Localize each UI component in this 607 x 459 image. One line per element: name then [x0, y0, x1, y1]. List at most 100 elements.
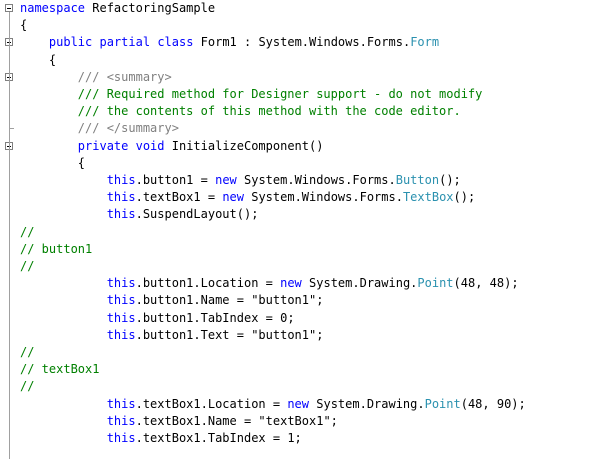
code-token: .SuspendLayout(); [135, 207, 259, 222]
code-line[interactable]: this.textBox1.Name = "textBox1"; [20, 413, 338, 430]
code-line[interactable]: // [20, 344, 34, 361]
code-line[interactable]: this.button1.TabIndex = 0; [20, 310, 295, 327]
code-line[interactable]: { [20, 17, 27, 34]
code-line[interactable]: this.textBox1.TabIndex = 1; [20, 430, 302, 447]
code-token: // [20, 379, 35, 394]
code-line[interactable]: // [20, 258, 34, 275]
code-token: .textBox1.Name = "textBox1"; [135, 413, 338, 428]
code-line[interactable]: // textBox1 [20, 361, 99, 378]
code-token: <summary> [106, 69, 172, 84]
code-token: /// [77, 121, 107, 136]
code-token: this [106, 396, 136, 411]
code-token: this [106, 413, 136, 428]
code-line[interactable]: // [20, 224, 34, 241]
code-token: Point [417, 276, 454, 291]
code-line[interactable]: this.textBox1 = new System.Windows.Forms… [20, 189, 476, 206]
code-token: this [106, 190, 136, 205]
code-token: // button1 [20, 241, 93, 256]
code-token: Form1 : System.Windows.Forms. [193, 35, 411, 50]
code-token: partial [99, 35, 151, 50]
code-token: .button1.Name = "button1"; [135, 293, 324, 308]
code-line[interactable]: this.SuspendLayout(); [20, 206, 259, 223]
code-line[interactable]: // button1 [20, 241, 92, 258]
code-line[interactable]: this.textBox1.Location = new System.Draw… [20, 396, 526, 413]
code-token: // [20, 259, 35, 273]
code-line[interactable]: /// the contents of this method with the… [20, 103, 461, 120]
code-token: (); [453, 190, 476, 205]
code-line[interactable]: this.button1.Text = "button1"; [20, 327, 324, 344]
code-line[interactable]: // [20, 378, 34, 395]
code-token: System.Drawing. [309, 396, 425, 411]
code-line[interactable]: namespace RefactoringSample [20, 0, 215, 17]
code-token: private [77, 138, 129, 153]
code-token: // textBox1 [20, 362, 100, 377]
code-token: System.Drawing. [301, 276, 418, 291]
code-token: Form [410, 35, 440, 50]
code-token: this [106, 293, 136, 308]
code-token: RefactoringSample [85, 1, 216, 15]
code-token: .button1.Text = "button1"; [135, 327, 324, 342]
code-token: this [106, 173, 136, 187]
code-token: { [20, 18, 28, 33]
code-token: public [48, 35, 93, 50]
code-token: (); [439, 173, 461, 187]
code-token: new [287, 396, 310, 411]
code-token: .button1.Location = [135, 276, 281, 291]
code-token: (48, 90); [460, 396, 526, 411]
code-token: void [135, 138, 165, 153]
code-line[interactable]: this.button1.Name = "button1"; [20, 292, 324, 309]
code-text-area[interactable]: namespace RefactoringSample{ public part… [0, 0, 607, 445]
code-token: this [106, 327, 136, 342]
code-token: new [215, 173, 237, 187]
code-line[interactable]: /// Required method for Designer support… [20, 86, 483, 103]
code-token: Point [424, 396, 461, 411]
code-line[interactable]: this.button1.Location = new System.Drawi… [20, 275, 519, 292]
code-token: System.Windows.Forms. [236, 173, 396, 187]
code-token: // [20, 345, 35, 359]
code-token: this [106, 310, 136, 325]
code-line[interactable]: private void InitializeComponent() [20, 138, 324, 155]
code-token: .textBox1 = [135, 190, 223, 205]
code-token: this [106, 207, 136, 222]
code-token: { [20, 52, 57, 67]
code-token: namespace [20, 1, 86, 15]
code-token: </summary> [106, 121, 179, 136]
code-token: .textBox1.Location = [135, 396, 288, 411]
code-editor[interactable]: namespace RefactoringSample{ public part… [0, 0, 607, 459]
code-token: /// Required method for Designer support… [77, 87, 483, 101]
code-token: .button1 = [135, 173, 216, 187]
code-token: { [20, 155, 86, 170]
code-token: .button1.TabIndex = 0; [135, 310, 295, 325]
code-line[interactable]: /// <summary> [20, 69, 172, 86]
code-token: InitializeComponent() [164, 138, 324, 153]
code-token: System.Windows.Forms. [244, 190, 403, 205]
code-line[interactable]: public partial class Form1 : System.Wind… [20, 34, 439, 51]
code-token: this [106, 276, 136, 291]
code-token: /// the contents of this method with the… [77, 104, 461, 119]
code-token: /// [77, 69, 107, 84]
code-line[interactable]: this.button1 = new System.Windows.Forms.… [20, 172, 461, 189]
code-token: new [222, 190, 244, 205]
code-line[interactable]: { [20, 52, 56, 69]
code-token: new [280, 276, 302, 291]
code-line[interactable]: /// </summary> [20, 120, 179, 137]
code-token: TextBox [402, 190, 454, 205]
code-line[interactable]: { [20, 155, 85, 172]
code-token: class [157, 35, 194, 50]
